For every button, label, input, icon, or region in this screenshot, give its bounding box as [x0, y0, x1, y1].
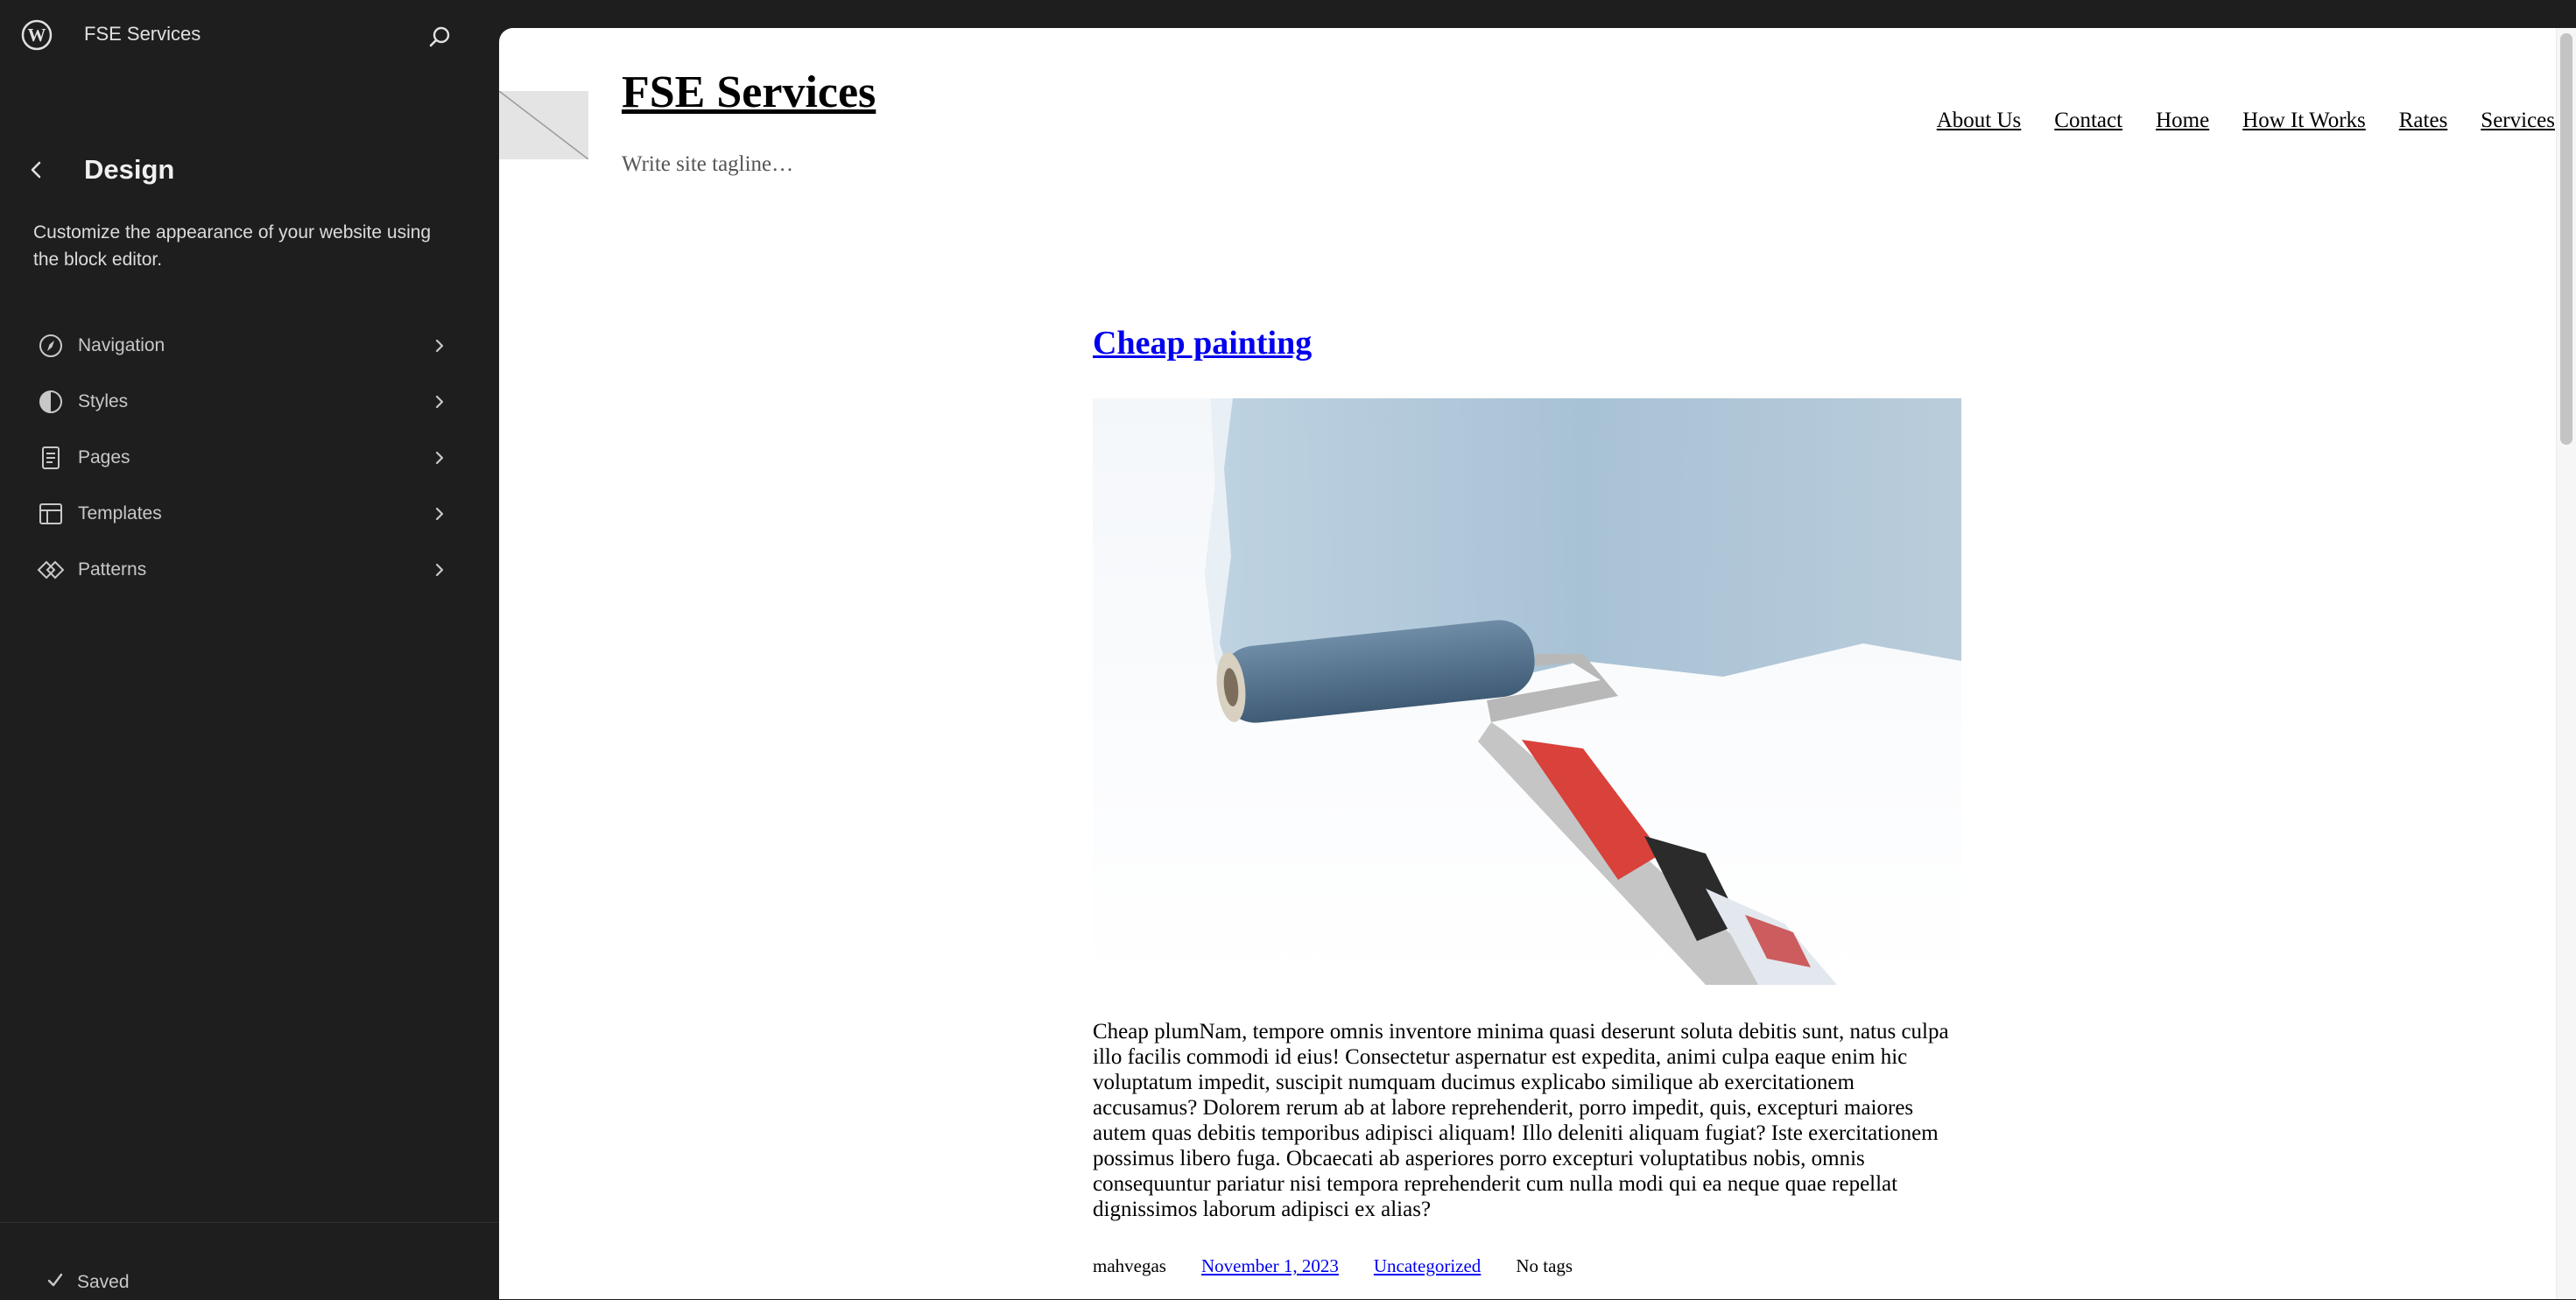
menu-item-label: Templates [78, 503, 162, 524]
nav-link-home[interactable]: Home [2156, 109, 2209, 133]
nav-link-contact[interactable]: Contact [2054, 109, 2122, 133]
site-name[interactable]: FSE Services [84, 23, 201, 46]
post-meta: mahvegas November 1, 2023 Uncategorized … [1093, 1255, 1573, 1277]
menu-item-navigation[interactable]: Navigation [0, 318, 499, 374]
design-menu: Navigation Styles Pages Templates Patter… [0, 318, 499, 598]
sidebar-footer: Saved [0, 1222, 499, 1300]
chevron-right-icon [429, 503, 450, 524]
panel-title: Design [84, 154, 175, 185]
panel-description: Customize the appearance of your website… [33, 222, 432, 270]
templates-icon [35, 498, 67, 530]
back-chevron-icon[interactable] [23, 156, 51, 184]
checkmark-icon [46, 1270, 65, 1295]
post-featured-image[interactable] [1093, 398, 1961, 985]
scrollbar-thumb[interactable] [2560, 33, 2572, 445]
preview-scrollbar[interactable] [2556, 28, 2576, 1299]
site-preview-frame[interactable]: FSE Services Write site tagline… About U… [499, 28, 2576, 1299]
navigation-icon [35, 330, 67, 362]
pages-icon [35, 442, 67, 474]
nav-link-rates[interactable]: Rates [2399, 109, 2448, 133]
save-status-label: Saved [77, 1272, 130, 1292]
post-date-link[interactable]: November 1, 2023 [1201, 1255, 1339, 1277]
chevron-right-icon [429, 335, 450, 356]
menu-item-patterns[interactable]: Patterns [0, 542, 499, 598]
site-tagline[interactable]: Write site tagline… [622, 152, 793, 177]
chevron-right-icon [429, 559, 450, 580]
chevron-right-icon [429, 447, 450, 468]
menu-item-label: Pages [78, 447, 130, 467]
menu-item-label: Patterns [78, 559, 147, 580]
menu-item-templates[interactable]: Templates [0, 486, 499, 542]
menu-item-pages[interactable]: Pages [0, 430, 499, 486]
menu-item-label: Navigation [78, 335, 165, 355]
post-author: mahvegas [1093, 1255, 1166, 1276]
site-logo-placeholder[interactable] [499, 90, 589, 160]
search-icon[interactable] [424, 21, 455, 53]
patterns-icon [35, 554, 67, 586]
post-category-link[interactable]: Uncategorized [1374, 1255, 1481, 1277]
site-title[interactable]: FSE Services [622, 67, 876, 118]
chevron-right-icon [429, 391, 450, 412]
design-sidebar: W FSE Services Design Customize the appe… [0, 0, 499, 1299]
menu-item-label: Styles [78, 391, 129, 411]
post-title-link[interactable]: Cheap painting [1093, 324, 1312, 362]
nav-link-about-us[interactable]: About Us [1937, 109, 2022, 133]
styles-icon [35, 386, 67, 418]
svg-text:W: W [28, 25, 46, 46]
save-status: Saved [46, 1270, 130, 1295]
nav-link-services[interactable]: Services [2481, 109, 2555, 133]
nav-link-how-it-works[interactable]: How It Works [2242, 109, 2366, 133]
post-excerpt: Cheap plumNam, tempore omnis inventore m… [1093, 1020, 1949, 1221]
post-tags: No tags [1516, 1255, 1573, 1276]
menu-item-styles[interactable]: Styles [0, 374, 499, 430]
site-navigation: About Us Contact Home How It Works Rates… [1937, 109, 2555, 133]
wordpress-logo-icon[interactable]: W [21, 19, 53, 51]
